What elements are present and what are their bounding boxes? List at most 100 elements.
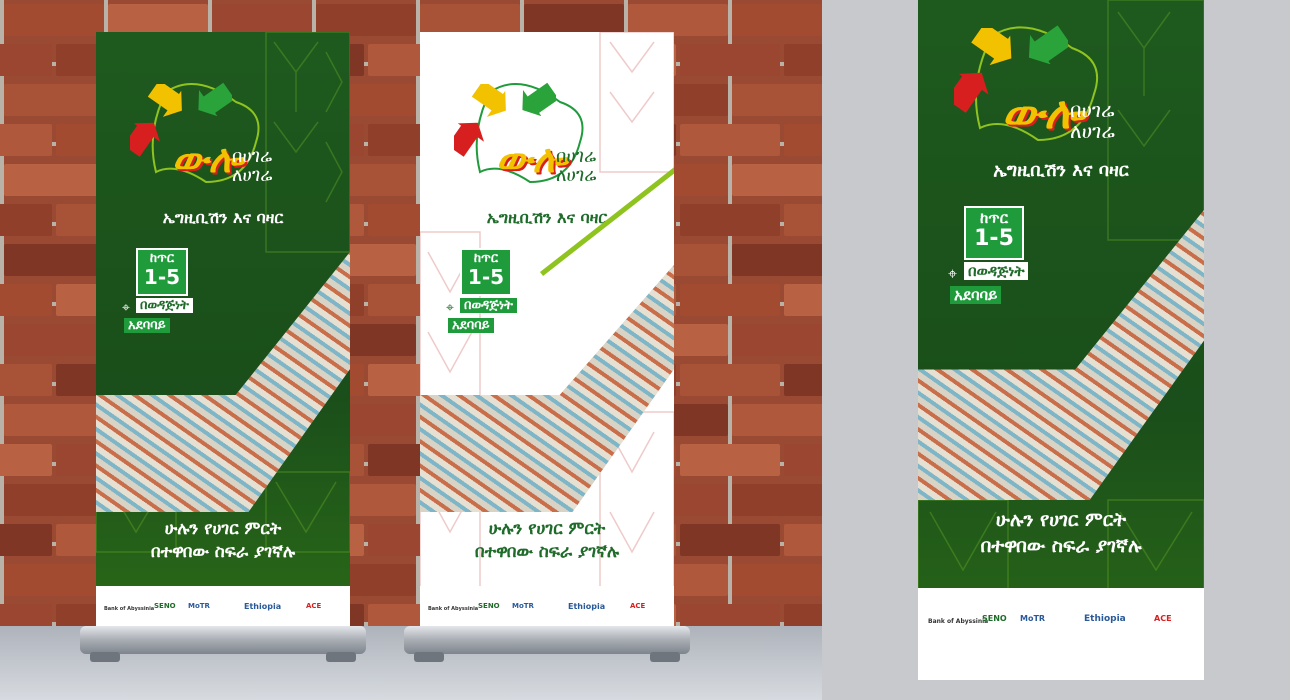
sponsor-2: SENO [478, 602, 500, 610]
stand-foot-left-b [326, 652, 356, 662]
tagline-line-1: ሁሉን የሀገር ምርት [164, 519, 282, 539]
tagline: ሁሉን የሀገር ምርት በተዋበው ስፍራ ያገኛሉ [918, 508, 1204, 559]
brick [680, 124, 780, 156]
banner-flat-right: ውሎ በሀገሬ ለሀገሬ ኤግዚቢሽን እና ባዛር ከጥር 1-5 ⌖ በወዳ… [918, 0, 1204, 680]
logo-line-2: ለሀገሬ [556, 164, 597, 186]
date-days: 1-5 [143, 265, 181, 290]
brick [4, 84, 104, 116]
brick [732, 484, 822, 516]
tagline-line-1: ሁሉን የሀገር ምርት [488, 519, 606, 539]
banner-white-middle: ውሎ በሀገሬ ለሀገሬ ኤግዚቢሽን እና ባዛር ከጥር 1-5 ⌖ በወዳ… [420, 32, 674, 630]
tagline-line-2: በተዋበው ስፍራ ያገኛሉ [150, 541, 296, 562]
green-arrow-icon [198, 82, 232, 116]
yellow-arrow-icon [971, 28, 1012, 66]
brick [680, 284, 780, 316]
venue-line-1: በወዳጅነት [460, 298, 517, 313]
brick [0, 444, 52, 476]
sponsor-3: MoTR [1020, 614, 1046, 623]
sponsor-2: SENO [982, 614, 1007, 623]
date-month: ከጥር [980, 209, 1008, 227]
sponsor-3: MoTR [512, 602, 534, 610]
brick [732, 404, 822, 436]
map-pin-icon: ⌖ [122, 300, 130, 316]
venue-line-1: በወዳጅነት [964, 262, 1029, 280]
date-days: 1-5 [467, 265, 505, 290]
brick [732, 324, 822, 356]
logo-line-2: ለሀገሬ [232, 164, 273, 186]
red-arrow-icon [130, 122, 161, 157]
brick [784, 604, 822, 626]
yellow-arrow-icon [471, 84, 506, 117]
stand-base-left [80, 626, 366, 654]
logo-subtext: በሀገሬ ለሀገሬ [232, 147, 273, 186]
brick [0, 44, 52, 76]
stand-foot-left-a [90, 652, 120, 662]
tagline: ሁሉን የሀገር ምርት በተዋበው ስፍራ ያገኛሉ [96, 518, 350, 564]
sponsor-strip: Bank of Abyssinia SENO MoTR Ethiopia ACE [420, 586, 674, 630]
brick [732, 84, 822, 116]
brick [732, 164, 822, 196]
date-box: ከጥር 1-5 [460, 248, 512, 296]
subtitle: ኤግዚቢሽን እና ባዛር [162, 208, 284, 227]
banner-dark-left: ውሎ በሀገሬ ለሀገሬ ኤግዚቢሽን እና ባዛር ከጥር 1-5 ⌖ በወዳ… [96, 32, 350, 630]
brick [784, 44, 822, 76]
tagline-line-1: ሁሉን የሀገር ምርት [995, 509, 1127, 531]
venue-line-2: አደባባይ [950, 286, 1002, 304]
stand-base-middle [404, 626, 690, 654]
date-box: ከጥር 1-5 [964, 206, 1024, 260]
brick [680, 204, 780, 236]
map-pin-icon: ⌖ [948, 264, 958, 283]
brick [732, 244, 822, 276]
brick [680, 604, 780, 626]
tagline-line-2: በተዋበው ስፍራ ያገኛሉ [474, 541, 620, 562]
brick [680, 444, 780, 476]
sponsor-1: Bank of Abyssinia [928, 618, 989, 625]
tagline-line-2: በተዋበው ስፍራ ያገኛሉ [980, 534, 1142, 557]
brick [732, 564, 822, 596]
red-arrow-icon [454, 122, 485, 157]
brick [4, 324, 104, 356]
brick [784, 524, 822, 556]
red-arrow-icon [954, 72, 989, 113]
brick [4, 564, 104, 596]
brick [4, 484, 104, 516]
brick [0, 284, 52, 316]
green-arrow-icon [1028, 25, 1068, 64]
sponsor-4: Ethiopia [568, 602, 606, 611]
date-box: ከጥር 1-5 [136, 248, 188, 296]
sponsor-strip: Bank of Abyssinia SENO MoTR Ethiopia ACE [96, 586, 350, 630]
stand-foot-middle-a [414, 652, 444, 662]
brick [784, 284, 822, 316]
brick [784, 124, 822, 156]
subtitle: ኤግዚቢሽን እና ባዛር [486, 208, 608, 227]
venue-line-2: አደባባይ [124, 318, 170, 333]
date-month: ከጥር [149, 251, 175, 266]
sponsor-5: ACE [306, 602, 322, 610]
venue-line-1: በወዳጅነት [136, 298, 193, 313]
brick [4, 164, 104, 196]
sponsor-strip: Bank of Abyssinia SENO MoTR Ethiopia ACE [918, 588, 1204, 680]
logo-subtext: በሀገሬ ለሀገሬ [556, 147, 597, 186]
brick [680, 364, 780, 396]
brick [4, 4, 104, 36]
sponsor-3: MoTR [188, 602, 210, 610]
brick [0, 364, 52, 396]
brick [0, 604, 52, 626]
sponsor-2: SENO [154, 602, 176, 610]
sponsor-5: ACE [630, 602, 646, 610]
stand-foot-middle-b [650, 652, 680, 662]
brick [4, 244, 104, 276]
date-month: ከጥር [473, 251, 499, 266]
brick [732, 4, 822, 36]
brick [0, 204, 52, 236]
brick [680, 44, 780, 76]
sponsor-4: Ethiopia [244, 602, 282, 611]
sponsor-5: ACE [1154, 614, 1172, 623]
yellow-arrow-icon [147, 84, 182, 117]
brick [0, 524, 52, 556]
brick [784, 364, 822, 396]
sponsor-1: Bank of Abyssinia [104, 606, 155, 612]
brick [4, 404, 104, 436]
map-pin-icon: ⌖ [446, 300, 454, 316]
logo-subtext: በሀገሬ ለሀገሬ [1070, 100, 1115, 142]
